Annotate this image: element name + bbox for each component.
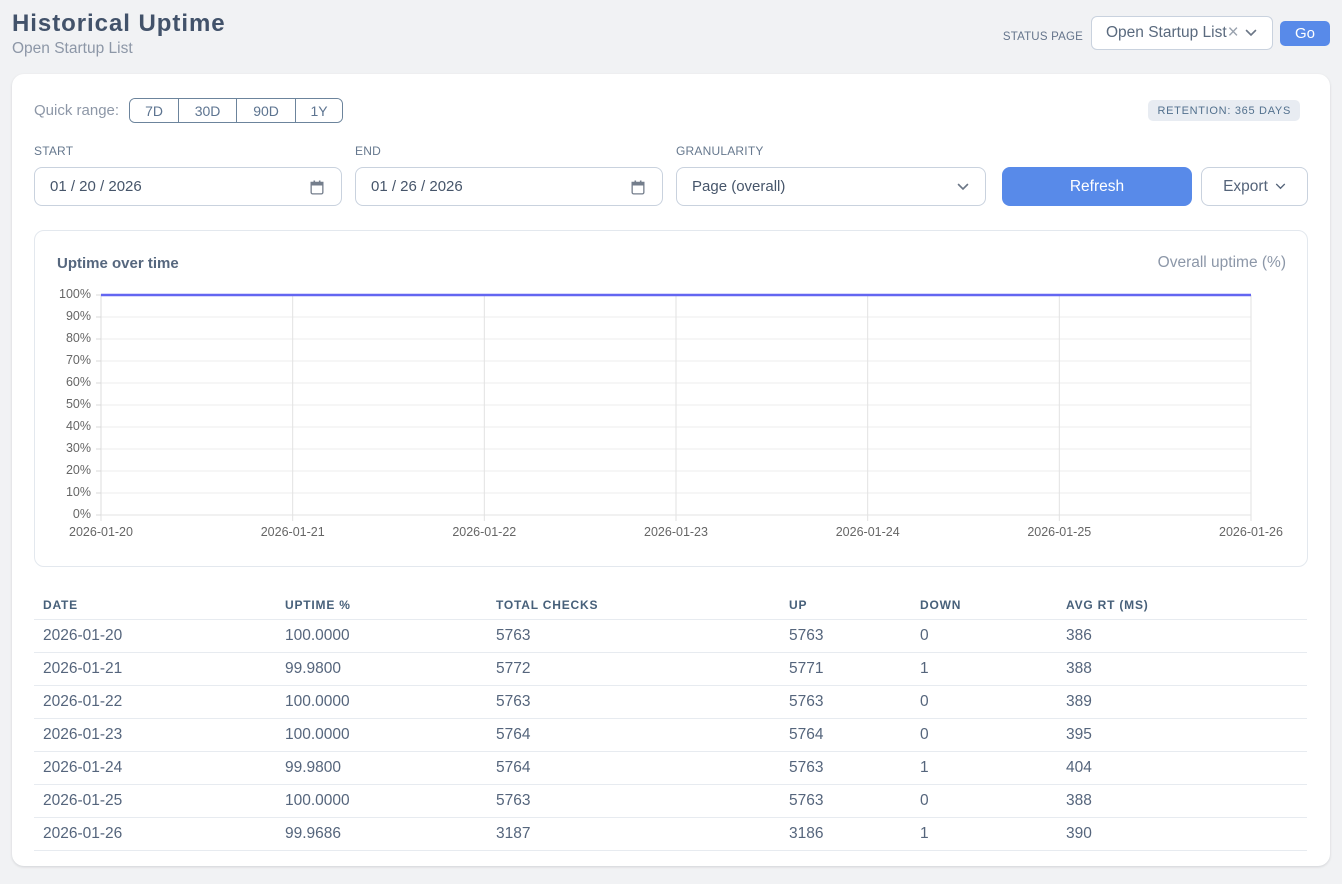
svg-text:30%: 30% [66, 441, 91, 455]
svg-text:2026-01-24: 2026-01-24 [836, 525, 900, 539]
svg-text:80%: 80% [66, 331, 91, 345]
svg-text:2026-01-20: 2026-01-20 [69, 525, 133, 539]
svg-text:70%: 70% [66, 353, 91, 367]
svg-text:2026-01-21: 2026-01-21 [261, 525, 325, 539]
svg-text:2026-01-23: 2026-01-23 [644, 525, 708, 539]
svg-text:10%: 10% [66, 485, 91, 499]
svg-text:2026-01-22: 2026-01-22 [452, 525, 516, 539]
svg-text:100%: 100% [59, 287, 91, 301]
svg-text:2026-01-26: 2026-01-26 [1219, 525, 1283, 539]
svg-text:2026-01-25: 2026-01-25 [1027, 525, 1091, 539]
svg-text:0%: 0% [73, 507, 91, 521]
svg-text:90%: 90% [66, 309, 91, 323]
svg-text:60%: 60% [66, 375, 91, 389]
svg-text:40%: 40% [66, 419, 91, 433]
svg-text:20%: 20% [66, 463, 91, 477]
svg-text:50%: 50% [66, 397, 91, 411]
